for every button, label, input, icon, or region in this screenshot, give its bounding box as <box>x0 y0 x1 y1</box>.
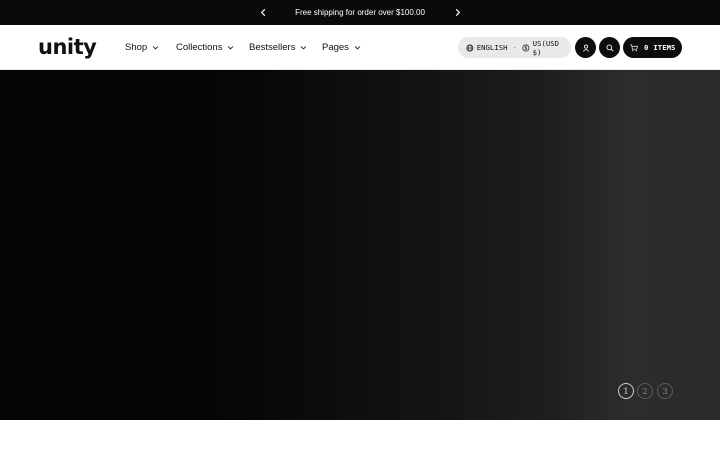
nav-item-label: Collections <box>176 42 223 53</box>
slide-dot-2[interactable]: 2 <box>637 383 653 399</box>
nav-item-pages[interactable]: Pages <box>322 25 361 70</box>
hero-slideshow <box>0 70 720 420</box>
announcement-bar: Free shipping for order over $100.00 <box>0 0 720 25</box>
locale-selector[interactable]: ENGLISH - US(USD $) <box>458 37 571 58</box>
currency-icon <box>522 44 530 51</box>
nav-item-label: Bestsellers <box>249 42 296 53</box>
locale-separator: - <box>512 43 517 52</box>
announcement-next-button[interactable] <box>449 0 465 25</box>
announcement-message: Free shipping for order over $100.00 <box>295 8 425 17</box>
currency-label: US(USD $) <box>532 38 560 57</box>
slide-dot-1[interactable]: 1 <box>618 383 634 399</box>
cart-count: 0 <box>644 43 649 52</box>
nav-item-bestsellers[interactable]: Bestsellers <box>249 25 307 70</box>
site-header: unity Shop Collections Bestsellers Pages… <box>0 25 720 70</box>
slide-dot-3[interactable]: 3 <box>657 383 673 399</box>
account-button[interactable] <box>575 37 596 58</box>
language-label: ENGLISH <box>476 43 508 52</box>
logo[interactable]: unity <box>38 34 97 60</box>
globe-icon <box>466 44 474 51</box>
chevron-right-icon <box>455 8 460 17</box>
user-icon <box>582 44 589 52</box>
nav-item-label: Shop <box>125 42 148 53</box>
cart-button[interactable]: 0 ITEMS <box>623 37 682 58</box>
search-button[interactable] <box>599 37 620 58</box>
cart-icon <box>630 43 638 51</box>
chevron-down-icon <box>354 44 361 51</box>
chevron-down-icon <box>152 44 159 51</box>
cart-label: ITEMS <box>653 43 676 52</box>
search-icon <box>606 44 614 52</box>
chevron-down-icon <box>300 44 307 51</box>
nav-item-label: Pages <box>322 42 349 53</box>
nav-item-collections[interactable]: Collections <box>176 25 234 70</box>
nav-item-shop[interactable]: Shop <box>125 25 159 70</box>
chevron-down-icon <box>227 44 234 51</box>
